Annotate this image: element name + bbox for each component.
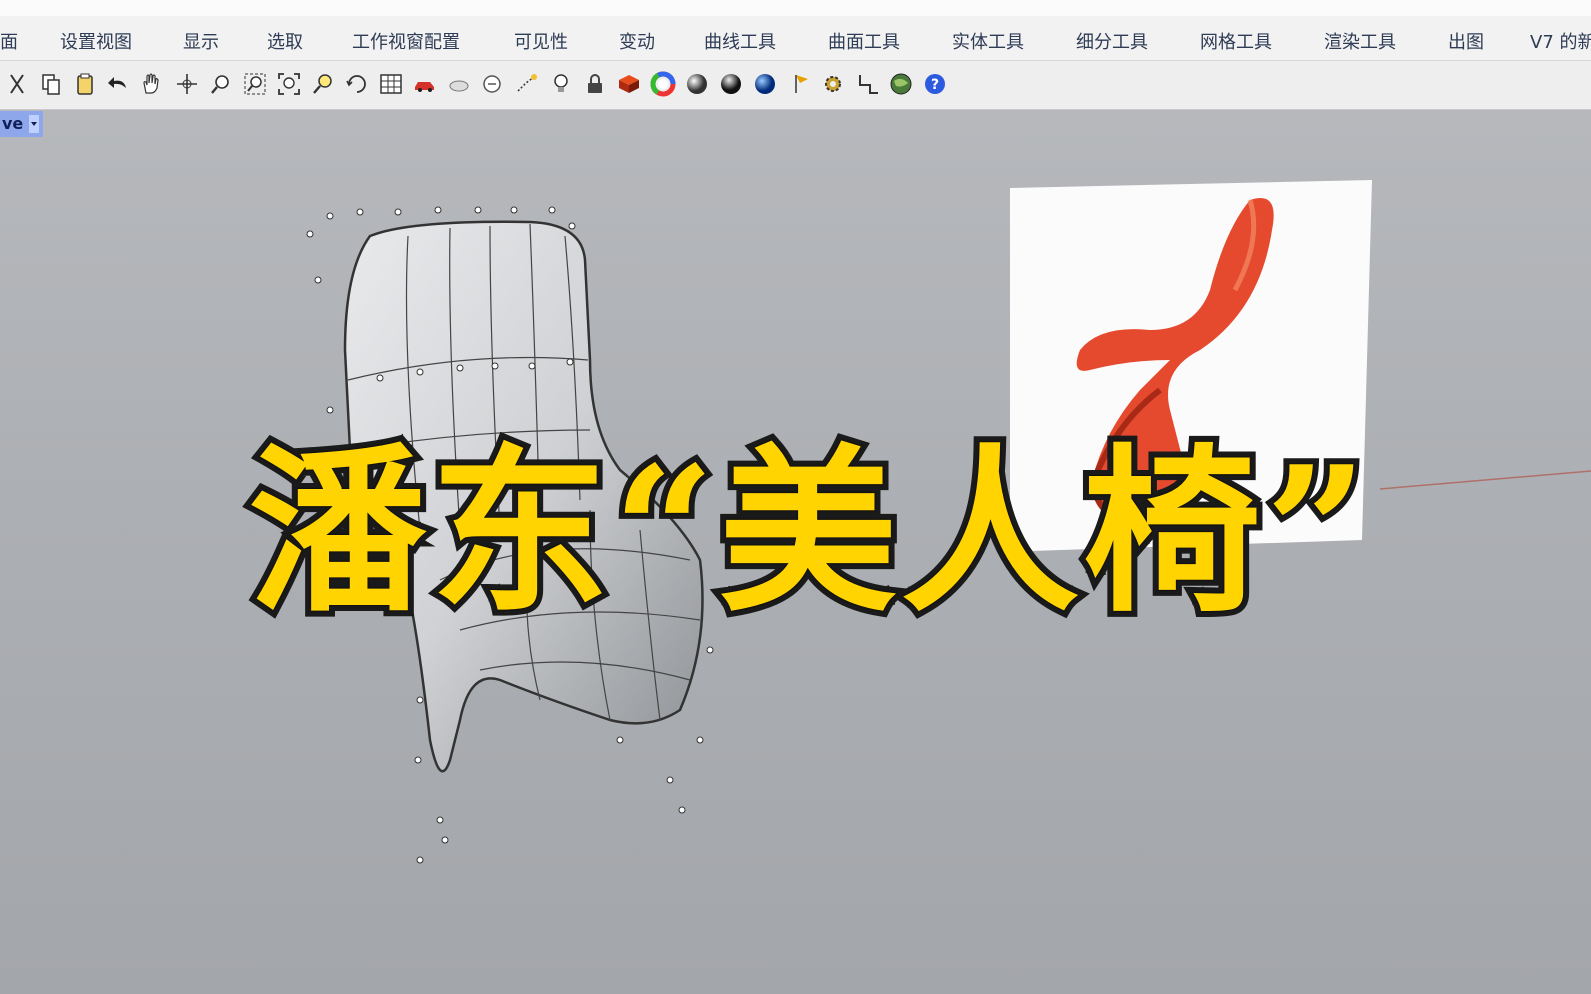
tab-surface[interactable]: 面 — [0, 28, 18, 54]
tab-visibility[interactable]: 可见性 — [514, 28, 568, 54]
zoom-selected-icon[interactable] — [310, 69, 336, 99]
tab-render-tools[interactable]: 渲染工具 — [1324, 28, 1396, 54]
video-caption-title: 潘东“美人椅” — [243, 426, 1374, 638]
cut-icon[interactable] — [4, 69, 30, 99]
tab-select[interactable]: 选取 — [267, 28, 303, 54]
tab-subd-tools[interactable]: 细分工具 — [1076, 28, 1148, 54]
flag-icon[interactable] — [790, 69, 816, 99]
globe-icon[interactable] — [888, 69, 914, 99]
pan-hand-icon[interactable] — [138, 69, 164, 99]
sphere-shaded-icon[interactable] — [718, 69, 744, 99]
rotate-view-icon[interactable] — [174, 69, 200, 99]
sphere-gray-icon[interactable] — [684, 69, 710, 99]
undo-icon[interactable] — [106, 69, 132, 99]
paste-icon[interactable] — [72, 69, 98, 99]
tab-transform[interactable]: 变动 — [619, 28, 655, 54]
tab-mesh-tools[interactable]: 网格工具 — [1200, 28, 1272, 54]
tab-display[interactable]: 显示 — [183, 28, 219, 54]
sphere-blue-icon[interactable] — [752, 69, 778, 99]
snap-icon[interactable] — [514, 69, 540, 99]
light-bulb-icon[interactable] — [548, 69, 574, 99]
cplane-icon[interactable] — [856, 69, 882, 99]
hidden-icon[interactable] — [446, 69, 472, 99]
copy-icon[interactable] — [38, 69, 64, 99]
viewport-title-text: ve — [2, 114, 24, 133]
tab-surface-tools[interactable]: 曲面工具 — [828, 28, 900, 54]
zoom-extents-icon[interactable] — [276, 69, 302, 99]
material-icon[interactable] — [616, 69, 642, 99]
color-wheel-icon[interactable] — [650, 69, 676, 99]
zoom-icon[interactable] — [208, 69, 234, 99]
tab-viewport-layout[interactable]: 工作视窗配置 — [352, 28, 460, 54]
standard-toolbar: ? — [0, 61, 1591, 110]
viewport-title-perspective[interactable]: ve — [0, 111, 44, 137]
window-top-strip — [0, 0, 1591, 16]
svg-text:?: ? — [931, 77, 939, 93]
tab-set-view[interactable]: 设置视图 — [60, 28, 132, 54]
menu-tab-bar: 面 设置视图 显示 选取 工作视窗配置 可见性 变动 曲线工具 曲面工具 实体工… — [0, 16, 1591, 61]
zoom-window-icon[interactable] — [242, 69, 268, 99]
tab-curve-tools[interactable]: 曲线工具 — [704, 28, 776, 54]
tab-new-in-v7[interactable]: V7 的新 — [1530, 28, 1591, 54]
grid-icon[interactable] — [378, 69, 404, 99]
help-icon[interactable]: ? — [922, 69, 948, 99]
car-icon[interactable] — [412, 69, 438, 99]
options-icon[interactable] — [480, 69, 506, 99]
lock-icon[interactable] — [582, 69, 608, 99]
tab-solid-tools[interactable]: 实体工具 — [952, 28, 1024, 54]
chevron-down-icon[interactable] — [29, 115, 40, 133]
gear-icon[interactable] — [820, 69, 846, 99]
tab-drafting[interactable]: 出图 — [1448, 28, 1484, 54]
rotate-camera-icon[interactable] — [344, 69, 370, 99]
